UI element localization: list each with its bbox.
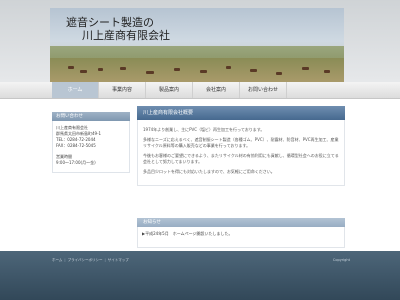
content-paragraph: 今後もお客様のご要望にできるよう、またリサイクル材の有効利用にも貢献し、循環型社… (143, 153, 339, 164)
content-heading: 川上産商有限会社概要 (137, 106, 345, 120)
page: 遮音シート製造の 川上産商有限会社 ホーム 事業内容 製品案内 会社案内 お問い… (0, 0, 400, 300)
nav-products[interactable]: 製品案内 (146, 82, 193, 98)
banner-cow (226, 66, 231, 69)
footer-link-sitemap[interactable]: サイトマップ (108, 258, 129, 262)
main-content: 川上産商有限会社概要 1974年より創業し、主にPVC（塩ビ）再生加工を行ってお… (137, 106, 345, 186)
footer-copyright: Copyright (332, 258, 350, 262)
banner-cow (120, 67, 126, 70)
banner-cow (80, 70, 87, 73)
news-heading: お知らせ (137, 218, 345, 227)
sidebar-contact-box: 川上産商有限会社 群馬県太田市新島町49-1 TEL：0284-72-2044 … (52, 121, 130, 173)
banner-cow (324, 70, 330, 73)
banner-cow (250, 69, 257, 72)
banner-cow (200, 70, 207, 73)
site-title-line2: 川上産商有限会社 (82, 29, 170, 42)
banner-cow (98, 68, 103, 71)
footer: ホーム | プライバシーポリシー | サイトマップ Copyright (0, 251, 400, 300)
content-body: 1974年より創業し、主にPVC（塩ビ）再生加工を行っております。 多様なニーズ… (137, 120, 345, 186)
footer-link-home[interactable]: ホーム (52, 258, 62, 262)
site-title-line1: 遮音シート製造の (66, 16, 154, 29)
news-body: ▶平成24年5月 ホームページ開設いたしました。 (137, 227, 345, 248)
sidebar: お問い合わせ 川上産商有限会社 群馬県太田市新島町49-1 TEL：0284-7… (52, 112, 130, 173)
banner-cow (276, 72, 282, 75)
content-paragraph: 1974年より創業し、主にPVC（塩ビ）再生加工を行っております。 (143, 127, 265, 132)
nav-home[interactable]: ホーム (52, 82, 99, 98)
content-paragraph: 多品目少ロットを得にも対応いたしますので、お気軽にご用命ください。 (143, 169, 275, 174)
news-section: お知らせ ▶平成24年5月 ホームページ開設いたしました。 (137, 218, 345, 248)
footer-links: ホーム | プライバシーポリシー | サイトマップ (52, 258, 129, 262)
nav-business[interactable]: 事業内容 (99, 82, 146, 98)
banner-field (50, 58, 344, 82)
nav-contact[interactable]: お問い合わせ (240, 82, 287, 98)
site-title[interactable]: 遮音シート製造の 川上産商有限会社 (66, 16, 170, 42)
global-nav: ホーム 事業内容 製品案内 会社案内 お問い合わせ (0, 82, 400, 99)
sidebar-hours: 9:00～17:00(月～金) (56, 160, 96, 165)
banner-cow (68, 66, 74, 69)
footer-link-privacy[interactable]: プライバシーポリシー (68, 258, 103, 262)
banner-cow (146, 71, 154, 74)
banner-cow (174, 68, 180, 71)
content-paragraph: 多様なニーズに応えるべく、遮音制振シート製造（各種ゴム、PVC）、耐震材、防音材… (143, 137, 339, 148)
news-item[interactable]: ▶平成24年5月 ホームページ開設いたしました。 (142, 231, 233, 236)
sidebar-heading: お問い合わせ (52, 112, 130, 121)
nav-company[interactable]: 会社案内 (193, 82, 240, 98)
header-banner: 遮音シート製造の 川上産商有限会社 (50, 8, 344, 82)
banner-cow (302, 67, 309, 70)
